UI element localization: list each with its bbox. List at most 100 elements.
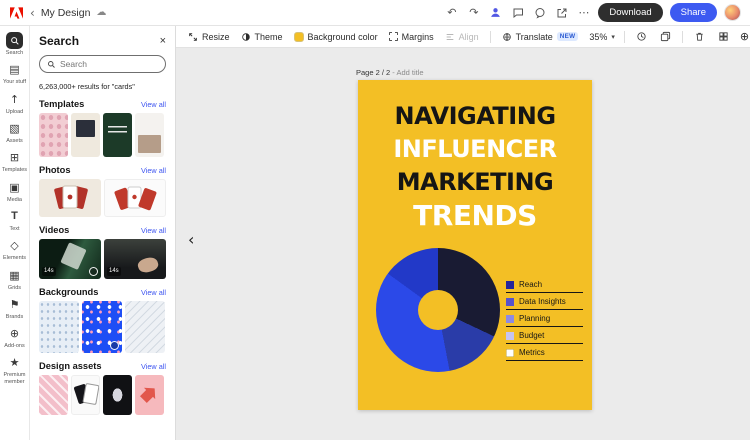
sidebar-item-media[interactable]: ▣ Media bbox=[0, 176, 30, 205]
add-button[interactable]: ⊕ Add bbox=[740, 30, 750, 43]
view-all-link[interactable]: View all bbox=[141, 226, 166, 235]
poster[interactable]: NAVIGATING INFLUENCER MARKETING TRENDS R… bbox=[358, 80, 592, 410]
text-icon: T bbox=[6, 208, 23, 225]
section-photos: Photos View all bbox=[39, 165, 166, 217]
background-color-button[interactable]: Background color bbox=[294, 32, 378, 42]
chat-icon[interactable] bbox=[510, 5, 525, 20]
section-backgrounds: Backgrounds View all bbox=[39, 287, 166, 353]
sidebar-item-grids[interactable]: ▦ Grids bbox=[0, 264, 30, 293]
divider bbox=[490, 31, 491, 43]
headline-line[interactable]: INFLUENCER bbox=[358, 133, 592, 166]
design-asset-thumbnail[interactable] bbox=[71, 375, 100, 415]
headline-line[interactable]: NAVIGATING bbox=[358, 100, 592, 133]
sidebar-item-brands[interactable]: ⚑ Brands bbox=[0, 293, 30, 322]
sidebar-item-text[interactable]: T Text bbox=[0, 205, 30, 234]
previous-page-chevron[interactable]: ‹ bbox=[188, 232, 194, 248]
history-icon[interactable] bbox=[634, 29, 649, 44]
legend-item[interactable]: Planning bbox=[506, 310, 583, 327]
sidebar-item-your-stuff[interactable]: ▤ Your stuff bbox=[0, 58, 30, 87]
design-asset-thumbnail[interactable] bbox=[39, 375, 68, 415]
download-button[interactable]: Download bbox=[598, 3, 662, 22]
legend-swatch bbox=[506, 315, 514, 323]
section-templates: Templates View all bbox=[39, 99, 166, 157]
sidebar-item-assets[interactable]: ▧ Assets bbox=[0, 117, 30, 146]
sidebar-item-templates[interactable]: ⊞ Templates bbox=[0, 146, 30, 175]
search-input[interactable] bbox=[60, 59, 158, 69]
design-asset-thumbnail[interactable] bbox=[103, 375, 132, 415]
avatar[interactable] bbox=[724, 4, 741, 21]
search-box[interactable] bbox=[39, 55, 166, 73]
video-thumbnail[interactable]: 14s bbox=[104, 239, 166, 279]
undo-icon[interactable]: ↶ bbox=[444, 5, 459, 20]
add-title-link[interactable]: - Add title bbox=[392, 68, 423, 77]
sidebar-item-premium[interactable]: ★ Premium member bbox=[0, 351, 30, 387]
share-button[interactable]: Share bbox=[670, 3, 717, 22]
search-icon bbox=[6, 32, 23, 49]
photo-thumbnail[interactable] bbox=[39, 179, 101, 217]
sidebar-item-add-ons[interactable]: ⊕ Add-ons bbox=[0, 322, 30, 351]
left-rail: Search ▤ Your stuff ↑ Upload ▧ Assets ⊞ … bbox=[0, 26, 30, 440]
align-button[interactable]: Align bbox=[445, 32, 479, 42]
margins-button[interactable]: Margins bbox=[389, 32, 434, 42]
template-thumbnail[interactable] bbox=[71, 113, 100, 157]
comment-icon[interactable] bbox=[532, 5, 547, 20]
panel-header: Search × bbox=[39, 34, 166, 48]
headline-line[interactable]: TRENDS bbox=[358, 199, 592, 232]
trash-icon[interactable] bbox=[692, 29, 707, 44]
back-chevron-icon[interactable]: ‹ bbox=[30, 7, 35, 19]
sidebar-item-upload[interactable]: ↑ Upload bbox=[0, 88, 30, 117]
legend-swatch bbox=[506, 281, 514, 289]
view-all-link[interactable]: View all bbox=[141, 100, 166, 109]
template-thumbnail[interactable] bbox=[103, 113, 132, 157]
background-thumbnail[interactable] bbox=[82, 301, 122, 353]
adobe-logo[interactable] bbox=[9, 5, 24, 20]
zoom-control[interactable]: 35% ▾ bbox=[589, 32, 615, 42]
legend-item[interactable]: Data Insights bbox=[506, 293, 583, 310]
video-duration: 14s bbox=[42, 267, 56, 276]
view-all-link[interactable]: View all bbox=[141, 166, 166, 175]
pages-icon[interactable] bbox=[658, 29, 673, 44]
design-asset-thumbnail[interactable] bbox=[135, 375, 164, 415]
theme-button[interactable]: Theme bbox=[241, 32, 283, 42]
page-label: Page 2 / 2 - Add title bbox=[356, 68, 424, 77]
template-thumbnail[interactable] bbox=[135, 113, 164, 157]
results-count: 6,263,000+ results for "cards" bbox=[39, 82, 166, 91]
background-thumbnail[interactable] bbox=[39, 301, 79, 353]
sidebar-item-search[interactable]: Search bbox=[0, 29, 30, 58]
section-design-assets: Design assets View all bbox=[39, 361, 166, 415]
premium-badge-icon bbox=[110, 341, 119, 350]
legend-label: Metrics bbox=[519, 348, 545, 357]
background-thumbnail[interactable] bbox=[125, 301, 165, 353]
legend-swatch bbox=[506, 332, 514, 340]
template-thumbnail[interactable] bbox=[39, 113, 68, 157]
document-toolbar: Resize Theme Background color Margins Al… bbox=[176, 26, 750, 48]
export-link-icon[interactable] bbox=[554, 5, 569, 20]
legend-item[interactable]: Metrics bbox=[506, 344, 583, 361]
resize-button[interactable]: Resize bbox=[188, 32, 230, 42]
divider bbox=[624, 31, 625, 43]
your-stuff-icon: ▤ bbox=[6, 61, 23, 78]
media-icon: ▣ bbox=[6, 179, 23, 196]
view-all-link[interactable]: View all bbox=[141, 288, 166, 297]
sidebar-item-elements[interactable]: ◇ Elements bbox=[0, 234, 30, 263]
legend-item[interactable]: Reach bbox=[506, 276, 583, 293]
topbar-right: ↶ ↷ ⋯ Download Share bbox=[444, 3, 741, 22]
legend-item[interactable]: Budget bbox=[506, 327, 583, 344]
resize-icon bbox=[188, 32, 198, 42]
people-icon[interactable] bbox=[488, 5, 503, 20]
photo-thumbnail[interactable] bbox=[104, 179, 166, 217]
document-title[interactable]: My Design bbox=[41, 7, 91, 19]
translate-button[interactable]: Translate NEW bbox=[502, 32, 579, 42]
headline-line[interactable]: MARKETING bbox=[358, 166, 592, 199]
donut-chart[interactable] bbox=[376, 248, 500, 372]
video-thumbnail[interactable]: 14s bbox=[39, 239, 101, 279]
view-all-link[interactable]: View all bbox=[141, 362, 166, 371]
premium-icon: ★ bbox=[6, 354, 23, 371]
more-icon[interactable]: ⋯ bbox=[576, 5, 591, 20]
close-icon[interactable]: × bbox=[160, 36, 166, 47]
grids-icon: ▦ bbox=[6, 267, 23, 284]
chevron-down-icon: ▾ bbox=[611, 33, 615, 41]
grid-view-icon[interactable] bbox=[716, 29, 731, 44]
redo-icon[interactable]: ↷ bbox=[466, 5, 481, 20]
canvas-area[interactable]: ‹ Page 2 / 2 - Add title NAVIGATING INFL… bbox=[176, 48, 750, 440]
